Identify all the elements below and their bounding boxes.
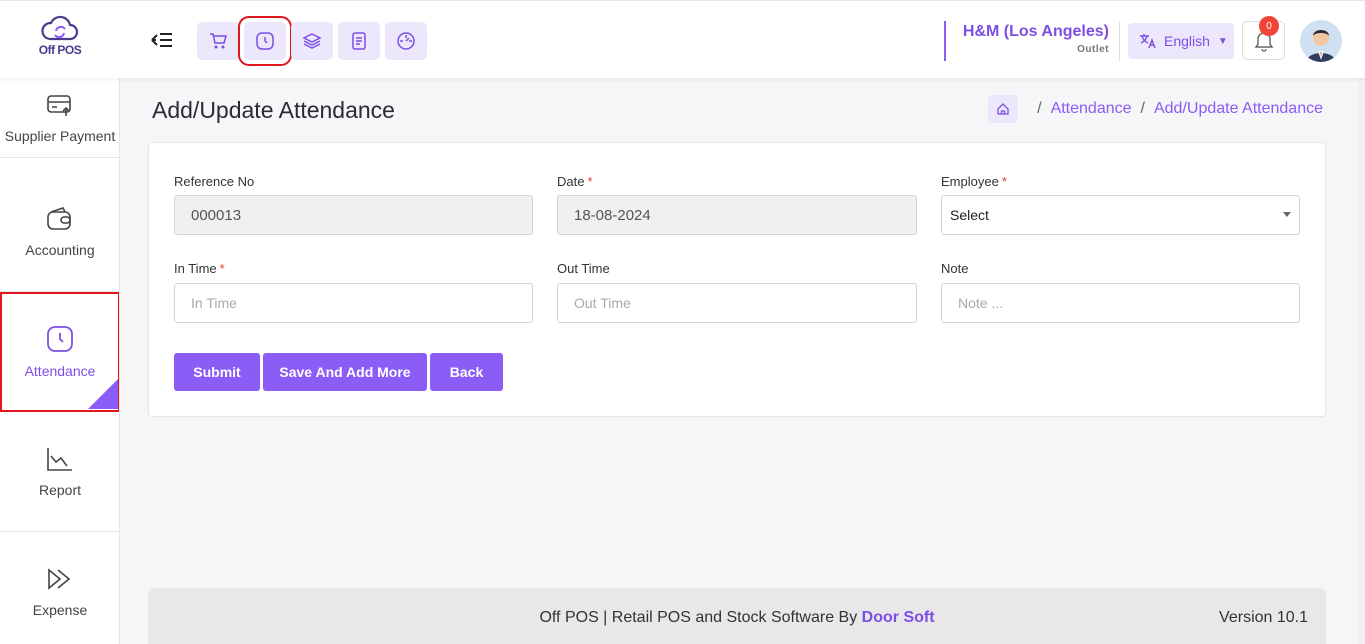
footer-credit: Off POS | Retail POS and Stock Software … xyxy=(539,609,935,626)
back-button[interactable]: Back xyxy=(430,353,503,391)
sidebar-item-report[interactable]: Report xyxy=(0,412,119,532)
outlet-name: H&M (Los Angeles) xyxy=(962,23,1109,40)
footer-brand-link[interactable]: Door Soft xyxy=(862,609,935,626)
breadcrumb-home[interactable] xyxy=(988,95,1019,123)
logo-text: Off POS xyxy=(38,43,82,57)
out-time-label: Out Time xyxy=(557,261,610,276)
save-and-add-more-button[interactable]: Save And Add More xyxy=(263,353,427,391)
sidebar-item-accounting[interactable]: Accounting xyxy=(0,172,119,292)
stock-quick-button[interactable] xyxy=(291,22,333,60)
clock-icon xyxy=(256,32,274,50)
outlet-label: Outlet xyxy=(1077,44,1109,55)
footer: Off POS | Retail POS and Stock Software … xyxy=(148,588,1326,644)
page-title: Add/Update Attendance xyxy=(152,97,395,123)
document-icon xyxy=(352,32,366,50)
home-icon xyxy=(997,103,1009,115)
notification-button[interactable]: 0 xyxy=(1242,16,1285,60)
chart-icon xyxy=(47,447,72,471)
sidebar-item-label: Report xyxy=(38,481,82,498)
date-label: Date * xyxy=(557,174,593,189)
clock-icon xyxy=(47,325,73,352)
notification-badge: 0 xyxy=(1259,16,1279,36)
outlet-selector[interactable]: H&M (Los Angeles) Outlet xyxy=(944,21,1120,61)
employee-select-value: Select xyxy=(950,207,989,223)
note-label: Note xyxy=(941,261,969,276)
caret-down-icon: ▼ xyxy=(1217,35,1228,47)
date-input: 18-08-2024 xyxy=(557,195,917,235)
dropdown-arrow-icon xyxy=(1283,212,1291,217)
translate-icon xyxy=(1140,34,1156,49)
report-quick-button[interactable] xyxy=(338,22,380,60)
expense-icon xyxy=(48,567,71,590)
cart-icon xyxy=(210,33,227,49)
language-dropdown[interactable]: English ▼ xyxy=(1128,23,1234,59)
employee-label: Employee * xyxy=(941,174,1007,189)
required-mark: * xyxy=(1001,174,1007,189)
sidebar-item-expense[interactable]: Expense xyxy=(0,532,119,644)
dashboard-quick-button[interactable] xyxy=(385,22,427,60)
reference-input: 000013 xyxy=(174,195,533,235)
app-logo[interactable]: Off POS xyxy=(24,15,96,65)
footer-version: Version 10.1 xyxy=(1219,609,1308,626)
reference-label: Reference No xyxy=(174,174,255,189)
sidebar-item-label: Expense xyxy=(32,601,88,618)
dashboard-icon xyxy=(397,32,415,50)
in-time-label: In Time * xyxy=(174,261,225,276)
breadcrumb-separator: / xyxy=(1037,100,1042,117)
sidebar-item-label: Supplier Payment xyxy=(4,127,116,144)
breadcrumb-separator: / xyxy=(1140,100,1145,117)
out-time-input[interactable] xyxy=(557,283,917,323)
pos-cart-button[interactable] xyxy=(197,22,239,60)
employee-select[interactable]: Select xyxy=(941,195,1300,235)
top-header: Off POS H&M (Los Angeles) Outlet English… xyxy=(0,0,1365,78)
in-time-input[interactable] xyxy=(174,283,533,323)
page-scrollbar[interactable] xyxy=(1359,0,1365,644)
sidebar-item-label: Attendance xyxy=(24,362,96,379)
breadcrumb-current: Add/Update Attendance xyxy=(1153,100,1323,117)
supplier-payment-icon xyxy=(47,94,71,116)
sidebar-item-attendance[interactable]: Attendance xyxy=(0,292,119,412)
cloud-logo-icon xyxy=(41,15,79,41)
sidebar-item-supplier-payment[interactable]: Supplier Payment xyxy=(0,78,119,158)
required-mark: * xyxy=(587,174,593,189)
breadcrumb-attendance[interactable]: Attendance xyxy=(1051,100,1132,118)
wallet-icon xyxy=(47,206,71,230)
user-avatar-icon xyxy=(1300,20,1342,62)
attendance-quick-button[interactable] xyxy=(238,16,292,66)
submit-button[interactable]: Submit xyxy=(174,353,260,391)
user-avatar[interactable] xyxy=(1300,20,1342,62)
required-mark: * xyxy=(219,261,225,276)
breadcrumb: / Attendance / Add/Update Attendance xyxy=(988,95,1323,123)
menu-toggle-icon[interactable] xyxy=(150,29,174,51)
active-corner-marker xyxy=(88,379,118,409)
layers-icon xyxy=(302,33,322,49)
sidebar: Supplier Payment Accounting Attendance R… xyxy=(0,78,120,644)
note-input[interactable] xyxy=(941,283,1300,323)
language-label: English xyxy=(1164,33,1210,49)
sidebar-item-label: Accounting xyxy=(25,241,95,258)
